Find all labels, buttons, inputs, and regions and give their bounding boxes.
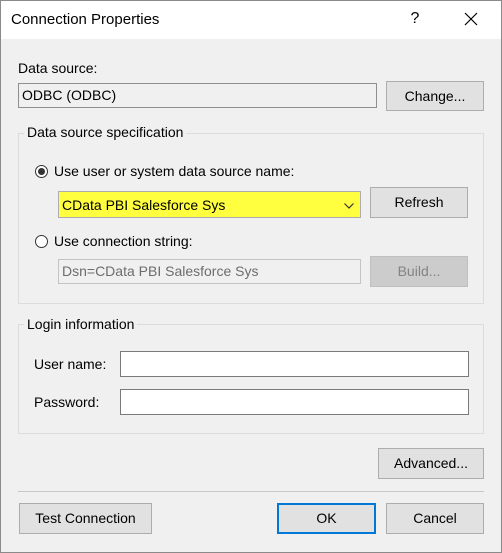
use-dsn-label[interactable]: Use user or system data source name: — [54, 163, 294, 179]
login-info-group — [18, 324, 484, 434]
refresh-button[interactable]: Refresh — [370, 187, 468, 218]
footer-separator — [18, 491, 484, 492]
cancel-button[interactable]: Cancel — [386, 503, 484, 534]
data-source-field: ODBC (ODBC) — [18, 83, 377, 108]
window-title: Connection Properties — [11, 11, 160, 28]
password-label: Password: — [34, 394, 100, 410]
help-button[interactable]: ? — [401, 5, 429, 33]
password-input[interactable] — [121, 390, 468, 414]
username-input[interactable] — [121, 352, 468, 376]
login-info-title: Login information — [24, 316, 138, 332]
use-dsn-radio[interactable] — [35, 165, 48, 178]
data-source-spec-title: Data source specification — [24, 124, 187, 140]
use-connection-string-label[interactable]: Use connection string: — [54, 233, 193, 249]
use-connection-string-radio[interactable] — [35, 235, 48, 248]
close-button[interactable] — [456, 5, 486, 33]
build-button: Build... — [370, 256, 468, 287]
chevron-down-icon — [344, 203, 354, 209]
ok-button[interactable]: OK — [277, 503, 376, 534]
dsn-select[interactable]: CData PBI Salesforce Sys — [58, 191, 361, 218]
change-button[interactable]: Change... — [386, 81, 484, 111]
data-source-label: Data source: — [18, 60, 98, 76]
title-bar: Connection Properties ? — [1, 1, 501, 39]
password-field[interactable] — [120, 389, 469, 415]
test-connection-button[interactable]: Test Connection — [19, 503, 152, 534]
advanced-button[interactable]: Advanced... — [378, 448, 484, 479]
close-icon — [464, 12, 478, 26]
username-label: User name: — [34, 356, 107, 372]
username-field[interactable] — [120, 351, 469, 377]
connection-string-field: Dsn=CData PBI Salesforce Sys — [58, 259, 361, 284]
dsn-select-value: CData PBI Salesforce Sys — [62, 197, 226, 213]
radio-selected-dot — [38, 168, 45, 175]
connection-properties-dialog: Connection Properties ? Data source: ODB… — [0, 0, 502, 553]
